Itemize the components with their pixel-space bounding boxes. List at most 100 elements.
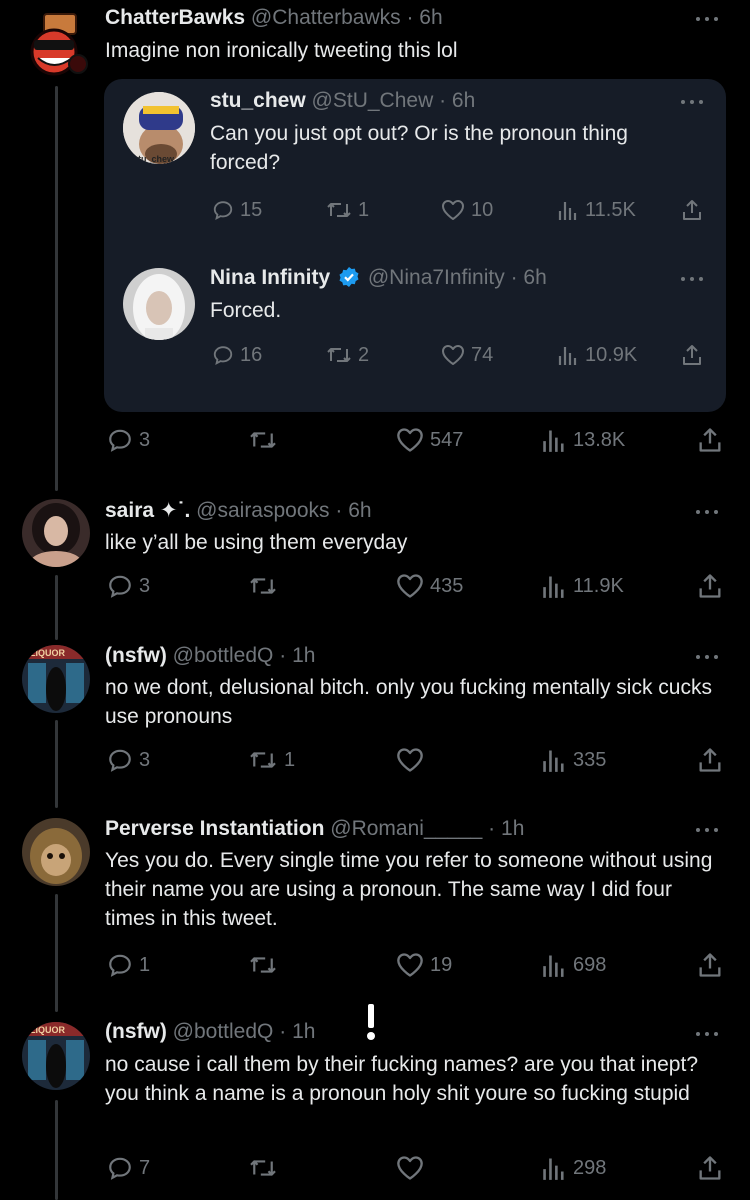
- timestamp[interactable]: 6h: [348, 499, 371, 522]
- views-button[interactable]: 11.5K: [557, 195, 636, 225]
- share-button[interactable]: [681, 340, 703, 370]
- reply-button[interactable]: 15: [212, 195, 262, 225]
- like-button[interactable]: [396, 1153, 430, 1183]
- share-button[interactable]: [681, 195, 703, 225]
- tweet-header-quote2: Nina Infinity @Nina7Infinity · 6h: [210, 265, 547, 291]
- share-icon: [683, 200, 701, 220]
- retweet-count: 2: [358, 343, 370, 366]
- more-icon[interactable]: [681, 98, 705, 106]
- display-name[interactable]: stu_chew: [210, 89, 306, 112]
- more-icon[interactable]: [696, 653, 720, 661]
- timestamp[interactable]: 6h: [419, 6, 442, 29]
- reply-icon: [213, 346, 233, 366]
- more-icon[interactable]: [696, 1030, 720, 1038]
- views-count: 335: [573, 748, 607, 771]
- like-button[interactable]: 19: [396, 950, 452, 980]
- more-icon[interactable]: [681, 275, 705, 283]
- display-name[interactable]: Nina Infinity: [210, 266, 330, 289]
- retweet-button[interactable]: 2: [326, 340, 369, 370]
- avatar-saira[interactable]: [22, 499, 90, 567]
- reply-button[interactable]: 3: [107, 571, 150, 601]
- retweet-icon: [250, 957, 276, 973]
- retweet-button[interactable]: [248, 425, 284, 455]
- share-button[interactable]: [697, 571, 723, 601]
- views-icon: [543, 955, 564, 977]
- thread-line-reply3: [55, 894, 58, 1012]
- reply-button[interactable]: 7: [107, 1153, 150, 1183]
- timestamp[interactable]: 6h: [452, 89, 475, 112]
- tweet-text-main: Imagine non ironically tweeting this lol: [105, 39, 458, 62]
- share-button[interactable]: [697, 745, 723, 775]
- username[interactable]: @sairaspooks: [196, 499, 329, 522]
- display-name[interactable]: (nsfw): [105, 644, 167, 667]
- retweet-button[interactable]: [248, 950, 284, 980]
- username[interactable]: @Nina7Infinity: [368, 266, 505, 289]
- reply-count: 3: [139, 748, 151, 771]
- retweet-icon: [250, 752, 276, 768]
- avatar-nina-infinity[interactable]: [123, 268, 195, 340]
- thread-line-reply2: [55, 720, 58, 808]
- more-icon[interactable]: [696, 508, 720, 516]
- avatar-bottledq[interactable]: LIQUOR: [22, 645, 90, 713]
- like-button[interactable]: [396, 745, 430, 775]
- tweet-text-reply1: like y’all be using them everyday: [105, 531, 408, 554]
- verified-badge-icon: [339, 267, 359, 287]
- display-name[interactable]: ChatterBawks: [105, 6, 245, 29]
- like-button[interactable]: 547: [396, 425, 463, 455]
- retweet-button[interactable]: [248, 571, 284, 601]
- reply-count: 3: [139, 574, 151, 597]
- username[interactable]: @Chatterbawks: [251, 6, 401, 29]
- reply-button[interactable]: 3: [107, 745, 150, 775]
- avatar-bottledq[interactable]: LIQUOR: [22, 1022, 90, 1090]
- views-button[interactable]: 11.9K: [541, 571, 624, 601]
- views-icon: [543, 430, 564, 452]
- like-button[interactable]: 10: [441, 195, 493, 225]
- timestamp[interactable]: 1h: [501, 817, 524, 840]
- views-button[interactable]: 10.9K: [557, 340, 637, 370]
- avatar-romani[interactable]: [22, 818, 90, 886]
- tweet-header-main: ChatterBawks @Chatterbawks · 6h: [105, 5, 443, 31]
- tweet-text-quote1: Can you just opt out? Or is the pronoun …: [210, 122, 628, 174]
- reply-button[interactable]: 16: [212, 340, 262, 370]
- tweet-text-reply2: no we dont, delusional bitch. only you f…: [105, 676, 712, 728]
- share-button[interactable]: [697, 1153, 723, 1183]
- views-button[interactable]: 698: [541, 950, 606, 980]
- share-icon: [699, 574, 721, 598]
- username[interactable]: @bottledQ: [173, 1020, 274, 1043]
- retweet-button[interactable]: 1: [326, 195, 369, 225]
- avatar-caption: LIQUOR: [30, 648, 65, 658]
- retweet-button[interactable]: [248, 1153, 284, 1183]
- views-count: 698: [573, 953, 607, 976]
- views-button[interactable]: 335: [541, 745, 606, 775]
- views-button[interactable]: 13.8K: [541, 425, 625, 455]
- username[interactable]: @bottledQ: [173, 644, 274, 667]
- display-name[interactable]: (nsfw): [105, 1020, 167, 1043]
- share-button[interactable]: [697, 425, 723, 455]
- more-icon[interactable]: [696, 15, 720, 23]
- share-icon: [699, 428, 721, 452]
- avatar-chatterbawks[interactable]: [20, 10, 92, 82]
- more-icon[interactable]: [696, 826, 720, 834]
- views-button[interactable]: 298: [541, 1153, 606, 1183]
- views-count: 11.5K: [585, 198, 636, 221]
- timestamp[interactable]: 6h: [523, 266, 546, 289]
- views-count: 13.8K: [573, 428, 626, 451]
- separator: ·: [273, 1020, 293, 1043]
- avatar-stu-chew[interactable]: stu_chew: [123, 92, 195, 164]
- username[interactable]: @StU_Chew: [312, 89, 434, 112]
- tweet-text-reply3: Yes you do. Every single time you refer …: [105, 849, 713, 930]
- reply-button[interactable]: 3: [107, 425, 150, 455]
- like-icon: [397, 1156, 423, 1180]
- like-button[interactable]: 74: [441, 340, 493, 370]
- display-name[interactable]: saira ✦˙.: [105, 499, 190, 522]
- username[interactable]: @Romani_____: [330, 817, 482, 840]
- timestamp[interactable]: 1h: [292, 1020, 315, 1043]
- like-button[interactable]: 435: [396, 571, 463, 601]
- timestamp[interactable]: 1h: [292, 644, 315, 667]
- tweet-text-reply4: no cause i call them by their fucking na…: [105, 1053, 699, 1105]
- display-name[interactable]: Perverse Instantiation: [105, 817, 324, 840]
- retweet-button[interactable]: 1: [248, 745, 295, 775]
- reply-button[interactable]: 1: [107, 950, 150, 980]
- share-button[interactable]: [697, 950, 723, 980]
- separator: ·: [504, 266, 524, 289]
